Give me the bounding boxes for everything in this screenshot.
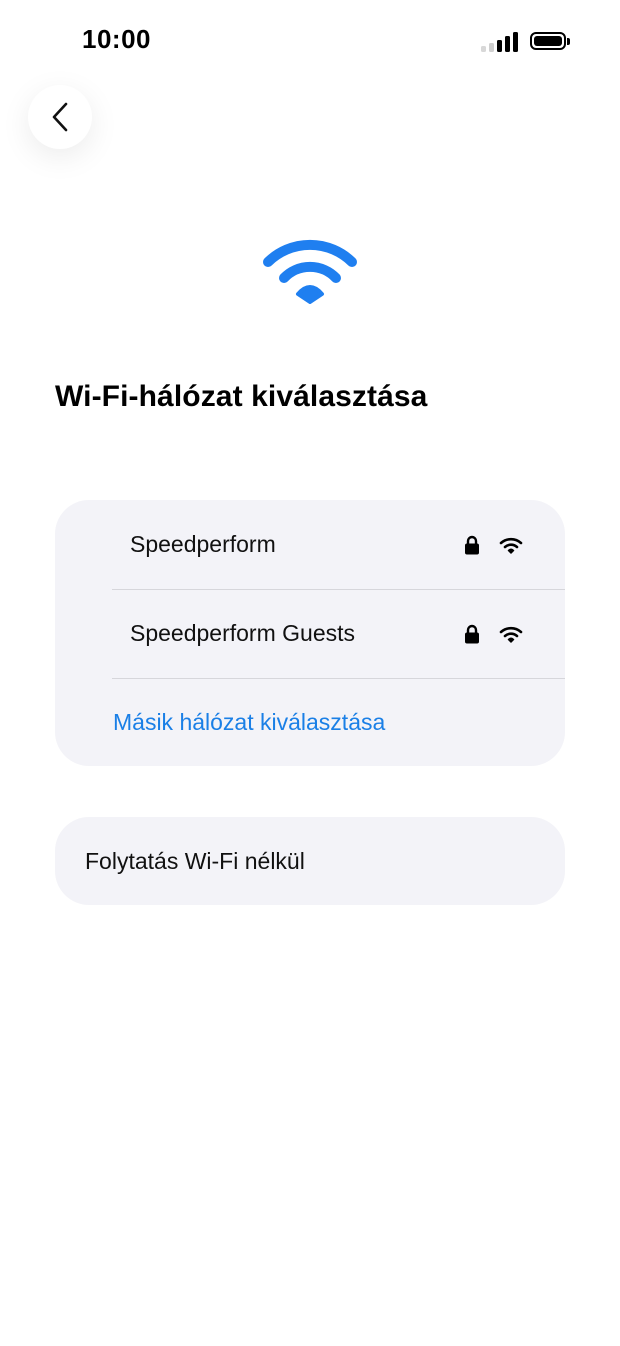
status-bar: 10:00 bbox=[0, 0, 620, 84]
wifi-icon bbox=[499, 537, 523, 554]
status-time: 10:00 bbox=[82, 24, 151, 54]
chevron-left-icon bbox=[52, 102, 68, 132]
lock-icon bbox=[465, 535, 479, 554]
other-network-button[interactable]: Másik hálózat kiválasztása bbox=[113, 678, 385, 766]
network-name: Speedperform bbox=[130, 531, 276, 557]
lock-icon bbox=[465, 624, 479, 643]
network-list: Speedperform Speedperform Guests Másik h… bbox=[55, 500, 565, 766]
cellular-signal-icon bbox=[481, 30, 518, 52]
continue-without-wifi-button[interactable]: Folytatás Wi-Fi nélkül bbox=[55, 817, 565, 905]
network-item-speedperform-guests[interactable]: Speedperform Guests bbox=[112, 589, 565, 679]
battery-icon bbox=[530, 32, 570, 50]
wifi-icon bbox=[499, 626, 523, 643]
network-name: Speedperform Guests bbox=[130, 620, 356, 646]
status-indicators bbox=[481, 30, 570, 52]
wifi-icon bbox=[263, 239, 357, 304]
back-button[interactable] bbox=[28, 85, 92, 149]
page-title: Wi-Fi-hálózat kiválasztása bbox=[55, 380, 428, 413]
network-item-speedperform[interactable]: Speedperform bbox=[112, 500, 565, 590]
